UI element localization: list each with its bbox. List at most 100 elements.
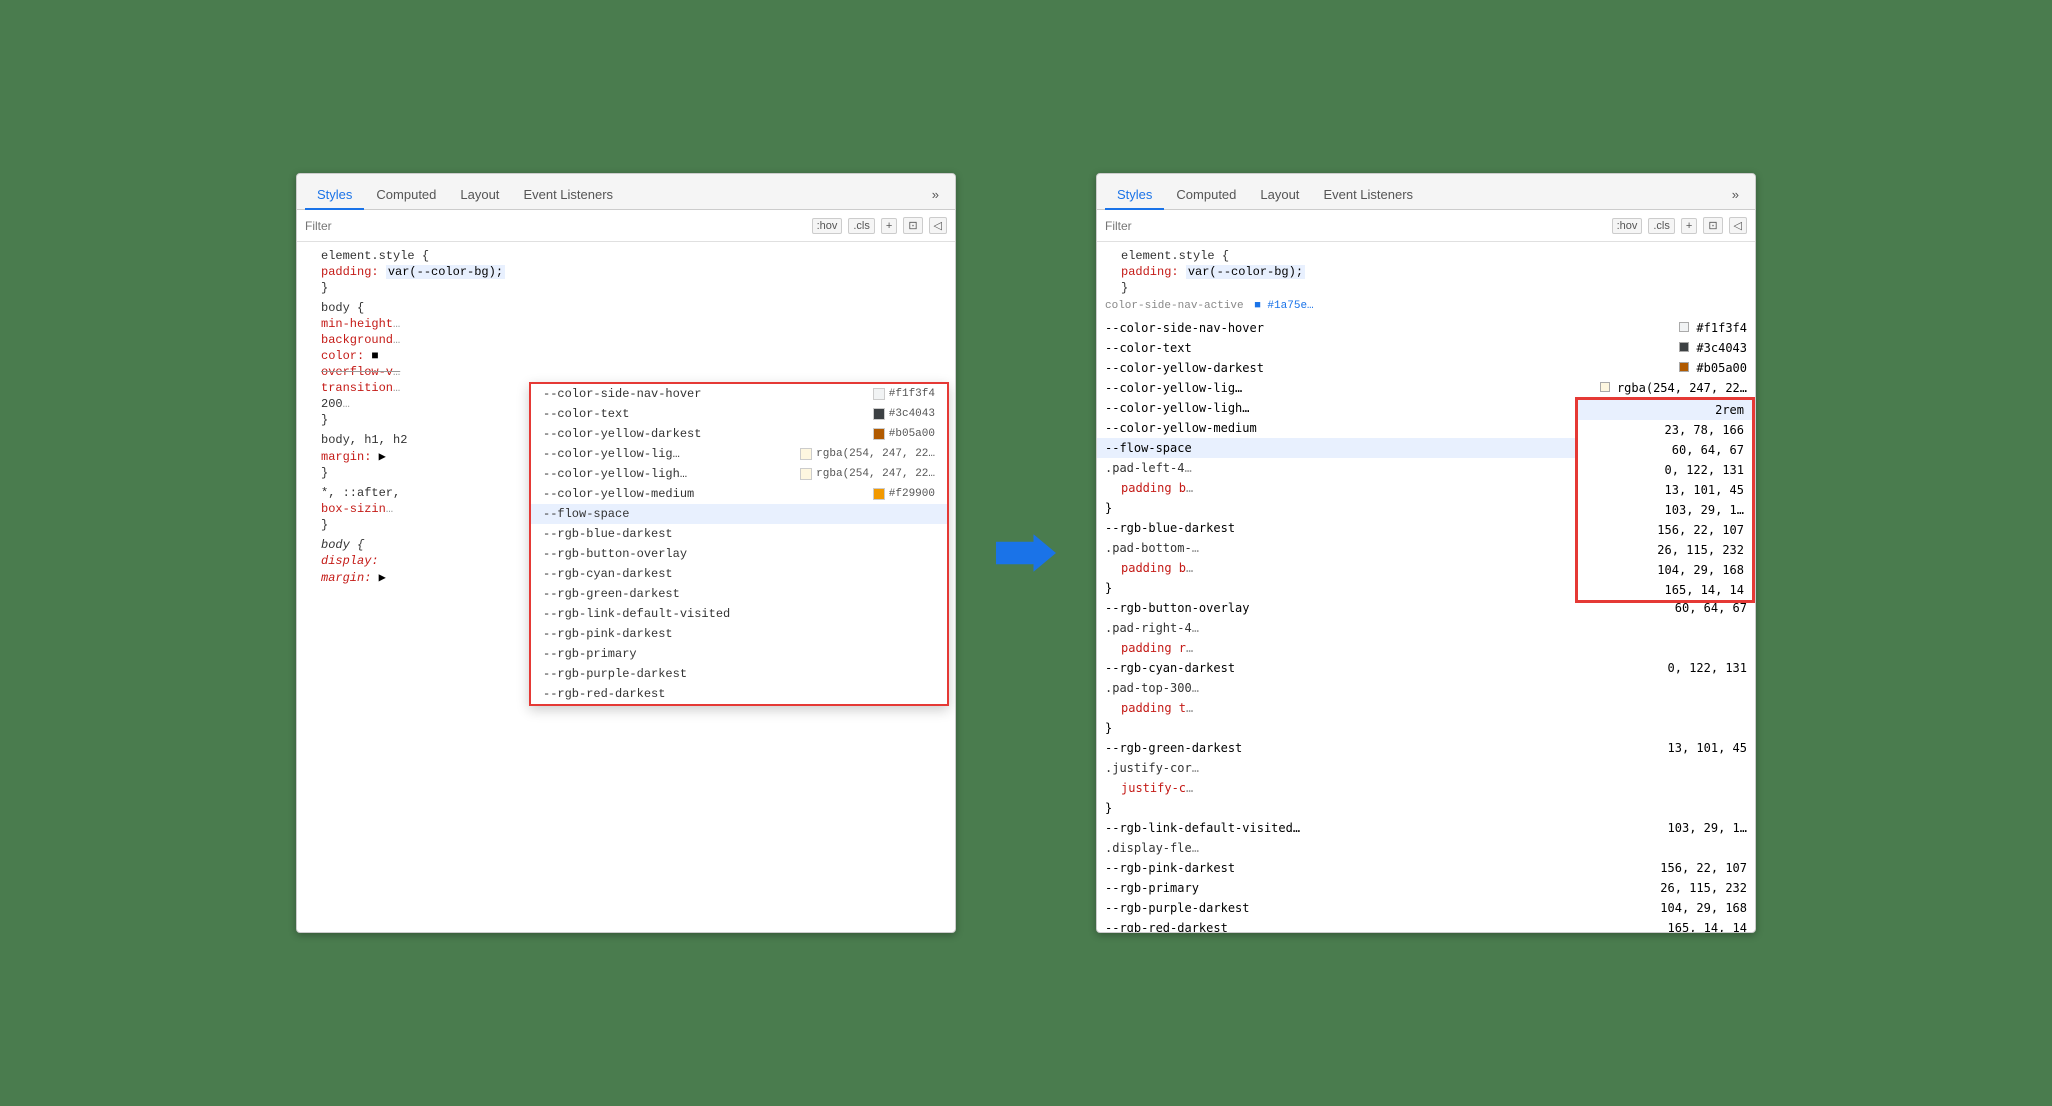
css-selector-element-left: element.style { — [305, 248, 947, 264]
tab-styles-left[interactable]: Styles — [305, 181, 364, 210]
left-content-area: element.style { padding: var(--color-bg)… — [297, 242, 955, 932]
css-value-padding-left: var(--color-bg); — [386, 265, 505, 279]
dropdown-item-color-text[interactable]: --color-text #3c4043 — [531, 404, 947, 424]
dropdown-item-color-side-nav-hover[interactable]: --color-side-nav-hover #f1f3f4 — [531, 384, 947, 404]
cls-button-right[interactable]: .cls — [1648, 218, 1675, 234]
computed-val-green: 13, 101, 45 — [1578, 480, 1752, 500]
var-row-color-yellow-darkest-right: --color-yellow-darkest #b05a00 — [1097, 358, 1755, 378]
computed-val-purple: 104, 29, 168 — [1578, 560, 1752, 580]
var-row-rgb-red-right: --rgb-red-darkest 165, 14, 14 — [1097, 918, 1755, 932]
tab-styles-right[interactable]: Styles — [1105, 181, 1164, 210]
css-selector-justify-right: .justify-cor… — [1097, 758, 1755, 778]
css-close-justify-right: } — [1097, 798, 1755, 818]
add-button-right[interactable]: + — [1681, 218, 1697, 234]
hov-button-left[interactable]: :hov — [812, 218, 843, 234]
dropdown-item-rgb-green-darkest[interactable]: --rgb-green-darkest — [531, 584, 947, 604]
right-content-area: element.style { padding: var(--color-bg)… — [1097, 242, 1755, 932]
tab-layout-right[interactable]: Layout — [1248, 181, 1311, 210]
hov-button-right[interactable]: :hov — [1612, 218, 1643, 234]
css-brace-close-element-right: } — [1105, 280, 1747, 296]
right-tabs-bar: Styles Computed Layout Event Listeners » — [1097, 174, 1755, 210]
tab-more-left[interactable]: » — [924, 181, 947, 210]
dropdown-item-flow-space[interactable]: --flow-space — [531, 504, 947, 524]
computed-val-flow-space: 2rem — [1578, 400, 1752, 420]
tab-computed-left[interactable]: Computed — [364, 181, 448, 210]
computed-values-overlay: 2rem 23, 78, 166 60, 64, 67 0, 122, 131 … — [1575, 397, 1755, 603]
css-selector-pad-right-right: .pad-right-4… — [1097, 618, 1755, 638]
right-filter-bar: :hov .cls + ⊡ ◁ — [1097, 210, 1755, 242]
computed-val-primary: 26, 115, 232 — [1578, 540, 1752, 560]
right-filter-actions: :hov .cls + ⊡ ◁ — [1612, 217, 1747, 234]
swatch-fef7e0-2 — [800, 468, 812, 480]
computed-val-blue: 23, 78, 166 — [1578, 420, 1752, 440]
swatch-fef7e0-1 — [800, 448, 812, 460]
dropdown-item-rgb-button-overlay[interactable]: --rgb-button-overlay — [531, 544, 947, 564]
dropdown-item-color-yellow-lig[interactable]: --color-yellow-lig… rgba(254, 247, 22… — [531, 444, 947, 464]
css-selector-body-left: body { — [305, 300, 947, 316]
css-prop-background-left: background… — [305, 332, 947, 348]
tab-event-listeners-left[interactable]: Event Listeners — [511, 181, 625, 210]
toggle-button-right[interactable]: ◁ — [1729, 217, 1747, 234]
var-row-rgb-green-right: --rgb-green-darkest 13, 101, 45 — [1097, 738, 1755, 758]
filter-input-left[interactable] — [305, 219, 804, 233]
dropdown-item-rgb-blue-darkest[interactable]: --rgb-blue-darkest — [531, 524, 947, 544]
dropdown-item-color-yellow-ligh[interactable]: --color-yellow-ligh… rgba(254, 247, 22… — [531, 464, 947, 484]
dropdown-item-rgb-purple-darkest[interactable]: --rgb-purple-darkest — [531, 664, 947, 684]
css-prop-padding-left: padding: var(--color-bg); — [305, 264, 947, 280]
left-filter-bar: :hov .cls + ⊡ ◁ — [297, 210, 955, 242]
computed-val-link: 103, 29, 1… — [1578, 500, 1752, 520]
var-row-rgb-link-right: --rgb-link-default-visited… 103, 29, 1… — [1097, 818, 1755, 838]
filter-input-right[interactable] — [1105, 219, 1604, 233]
computed-val-cyan: 0, 122, 131 — [1578, 460, 1752, 480]
cls-button-left[interactable]: .cls — [848, 218, 875, 234]
tab-event-listeners-right[interactable]: Event Listeners — [1311, 181, 1425, 210]
css-prop-padding-pad-top-right: padding t… — [1097, 698, 1755, 718]
dropdown-item-rgb-pink-darkest[interactable]: --rgb-pink-darkest — [531, 624, 947, 644]
arrow-right-icon — [996, 528, 1056, 578]
autocomplete-dropdown-left: --color-side-nav-hover #f1f3f4 --color-t… — [529, 382, 949, 706]
computed-val-button-overlay: 60, 64, 67 — [1578, 440, 1752, 460]
var-row-color-yellow-lig-right: --color-yellow-lig… rgba(254, 247, 22… — [1097, 378, 1755, 398]
right-devtools-panel: Styles Computed Layout Event Listeners »… — [1096, 173, 1756, 933]
css-rule-element-style-left: element.style { padding: var(--color-bg)… — [297, 246, 955, 298]
toggle-button-left[interactable]: ◁ — [929, 217, 947, 234]
left-filter-actions: :hov .cls + ⊡ ◁ — [812, 217, 947, 234]
css-close-pad-top-right: } — [1097, 718, 1755, 738]
css-prop-justify-right: justify-c… — [1097, 778, 1755, 798]
dropdown-item-rgb-cyan-darkest[interactable]: --rgb-cyan-darkest — [531, 564, 947, 584]
computed-val-red: 165, 14, 14 — [1578, 580, 1752, 600]
dropdown-item-rgb-link-default-visited[interactable]: --rgb-link-default-visited — [531, 604, 947, 624]
css-prop-color-left: color: ■ — [305, 348, 947, 364]
dropdown-item-color-yellow-darkest[interactable]: --color-yellow-darkest #b05a00 — [531, 424, 947, 444]
css-prop-padding-pad-right-right: padding r… — [1097, 638, 1755, 658]
css-selector-element-right: element.style { — [1105, 248, 1747, 264]
tab-computed-right[interactable]: Computed — [1164, 181, 1248, 210]
css-prop-padding-right: padding: var(--color-bg); — [1105, 264, 1747, 280]
var-row-color-text-right: --color-text #3c4043 — [1097, 338, 1755, 358]
css-prop-overflow-left: overflow-v… — [305, 364, 947, 380]
add-button-left[interactable]: + — [881, 218, 897, 234]
var-row-rgb-pink-right: --rgb-pink-darkest 156, 22, 107 — [1097, 858, 1755, 878]
swatch-f29900 — [873, 488, 885, 500]
dropdown-item-rgb-red-darkest[interactable]: --rgb-red-darkest — [531, 684, 947, 704]
tab-layout-left[interactable]: Layout — [448, 181, 511, 210]
var-row-rgb-cyan-right: --rgb-cyan-darkest 0, 122, 131 — [1097, 658, 1755, 678]
inspect-button-right[interactable]: ⊡ — [1703, 217, 1722, 234]
css-selector-pad-top-right: .pad-top-300… — [1097, 678, 1755, 698]
arrow-container — [996, 528, 1056, 578]
dropdown-item-color-yellow-medium[interactable]: --color-yellow-medium #f29900 — [531, 484, 947, 504]
left-tabs-bar: Styles Computed Layout Event Listeners » — [297, 174, 955, 210]
var-row-color-side-nav-hover-right: --color-side-nav-hover #f1f3f4 — [1097, 318, 1755, 338]
main-container: Styles Computed Layout Event Listeners »… — [296, 173, 1756, 933]
dropdown-item-rgb-primary[interactable]: --rgb-primary — [531, 644, 947, 664]
tab-more-right[interactable]: » — [1724, 181, 1747, 210]
inspect-button-left[interactable]: ⊡ — [903, 217, 922, 234]
swatch-b05a00 — [873, 428, 885, 440]
computed-val-pink: 156, 22, 107 — [1578, 520, 1752, 540]
css-rule-element-style-right: element.style { padding: var(--color-bg)… — [1097, 246, 1755, 298]
css-value-padding-right: var(--color-bg); — [1186, 265, 1305, 279]
css-rule-partial-top: color-side-nav-active ■ #1a75e… — [1097, 298, 1755, 314]
var-row-rgb-primary-right: --rgb-primary 26, 115, 232 — [1097, 878, 1755, 898]
swatch-3c4043 — [873, 408, 885, 420]
swatch-f1f3f4 — [873, 388, 885, 400]
